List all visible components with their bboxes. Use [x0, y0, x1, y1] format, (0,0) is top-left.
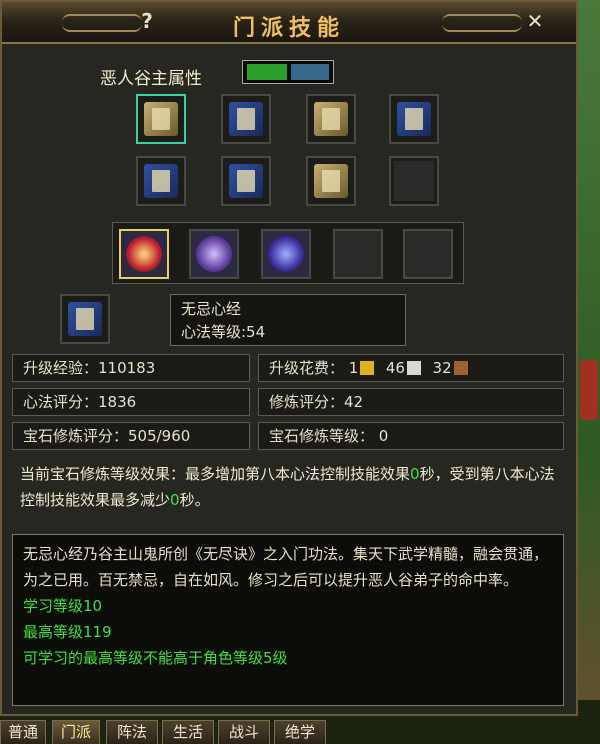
attribute-label: 恶人谷主属性 [100, 69, 202, 89]
attribute-color-blue [291, 64, 329, 80]
game-scene-decoration [580, 360, 598, 420]
effect-suffix: 秒。 [179, 491, 210, 509]
sect-skill-window: 门派技能 ? ✕ 恶人谷主属性 无忌心经 心法等级:54 升级经验：110183… [0, 0, 578, 716]
xinfa-slot-5[interactable] [136, 156, 186, 206]
xinfa-slot-3[interactable] [306, 94, 356, 144]
tab-normal[interactable]: 普通 [0, 720, 46, 744]
xinfa-slot-1[interactable] [136, 94, 186, 144]
attribute-color-green [247, 64, 287, 80]
game-background-right [578, 0, 600, 744]
book-icon [144, 102, 178, 136]
effect-prefix: 当前宝石修炼等级效果：最多增加第八本心法控制技能效果 [20, 465, 411, 483]
xinfa-slot-7[interactable] [306, 156, 356, 206]
selected-level: 心法等级:54 [181, 323, 266, 341]
tab-sect[interactable]: 门派 [52, 720, 100, 744]
max-level: 最高等级119 [23, 623, 112, 641]
description-box: 无忌心经乃谷主山鬼所创《无尽诀》之入门功法。集天下武学精髓，融会贯通，为之已用。… [12, 534, 564, 706]
gem-training-level: 宝石修炼等级： 0 [258, 422, 564, 450]
xinfa-slot-4[interactable] [389, 94, 439, 144]
book-icon [397, 102, 431, 136]
attribute-swatch [242, 60, 334, 84]
selected-detail: 无忌心经 心法等级:54 [170, 294, 406, 346]
copper-coin-icon [453, 361, 468, 375]
learn-level: 学习等级10 [23, 597, 103, 615]
slash-skill-icon [126, 236, 162, 272]
skill-slot-3[interactable] [261, 229, 311, 279]
book-icon [68, 302, 102, 336]
gold-coin-icon [360, 361, 375, 375]
category-tabs: 普通 门派 阵法 生活 战斗 绝学 [0, 716, 600, 744]
help-button[interactable]: ? [134, 9, 160, 33]
close-button[interactable]: ✕ [522, 9, 548, 33]
book-icon [229, 164, 263, 198]
summon-skill-icon [196, 236, 232, 272]
skill-slot-5[interactable] [403, 229, 453, 279]
xinfa-slot-6[interactable] [221, 156, 271, 206]
tab-ultimate[interactable]: 绝学 [274, 720, 326, 744]
effect-value-2: 0 [170, 491, 180, 509]
book-icon [144, 164, 178, 198]
gem-training-score: 宝石修炼评分：505/960 [12, 422, 250, 450]
xinfa-slot-2[interactable] [221, 94, 271, 144]
skill-bar [112, 222, 464, 284]
scroll-icon [314, 164, 348, 198]
tab-combat[interactable]: 战斗 [218, 720, 270, 744]
tab-formation[interactable]: 阵法 [106, 720, 158, 744]
xiulian-score: 修炼评分：42 [258, 388, 564, 416]
skill-slot-2[interactable] [189, 229, 239, 279]
effect-value-1: 0 [410, 465, 420, 483]
selected-xinfa-icon [60, 294, 110, 344]
description-text: 无忌心经乃谷主山鬼所创《无尽诀》之入门功法。集天下武学精髓，融会贯通，为之已用。… [23, 545, 549, 589]
title-bar[interactable]: 门派技能 ? ✕ [2, 2, 576, 44]
cost-gold-value: 1 [348, 359, 359, 377]
book-icon [314, 102, 348, 136]
tab-life[interactable]: 生活 [162, 720, 214, 744]
skill-slot-1[interactable] [119, 229, 169, 279]
silver-coin-icon [406, 361, 421, 375]
scorpion-skill-icon [268, 236, 304, 272]
book-icon [229, 102, 263, 136]
window-title: 门派技能 [232, 16, 345, 41]
upgrade-exp: 升级经验：110183 [12, 354, 250, 382]
cost-copper-value: 32 [432, 359, 452, 377]
empty-slot [394, 161, 434, 201]
level-limit-note: 可学习的最高等级不能高于角色等级5级 [23, 649, 288, 667]
skill-slot-4[interactable] [333, 229, 383, 279]
cost-silver-value: 46 [385, 359, 405, 377]
xinfa-score: 心法评分：1836 [12, 388, 250, 416]
upgrade-cost-label: 升级花费： [269, 359, 345, 377]
selected-name: 无忌心经 [181, 300, 242, 318]
xinfa-slot-8[interactable] [389, 156, 439, 206]
upgrade-cost: 升级花费： 1 46 32 [258, 354, 564, 382]
gem-effect-text: 当前宝石修炼等级效果：最多增加第八本心法控制技能效果0秒，受到第八本心法控制技能… [12, 457, 564, 527]
